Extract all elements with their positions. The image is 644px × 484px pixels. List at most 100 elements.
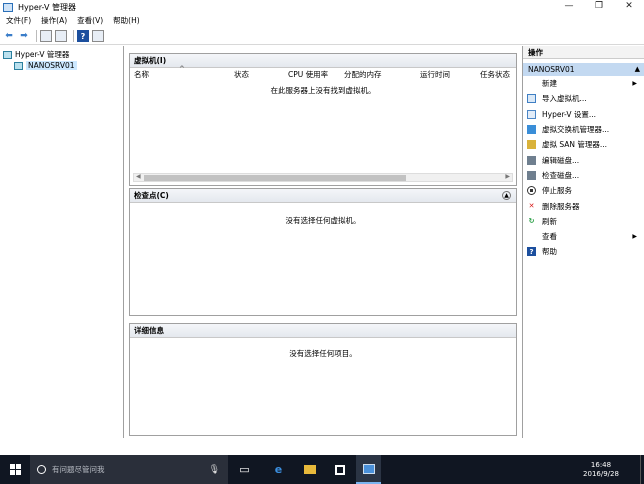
tree-item-server[interactable]: NANOSRV01 — [0, 60, 123, 71]
close-button[interactable]: ✕ — [614, 0, 644, 14]
collapse-arrow-icon[interactable]: ▲ — [635, 63, 640, 76]
action-label: 虚拟交换机管理器... — [542, 125, 610, 135]
action-label: 新建 — [542, 79, 557, 89]
tree-item-label: Hyper-V 管理器 — [15, 50, 70, 59]
menu-view[interactable]: 查看(V) — [77, 15, 103, 26]
disk-edit-icon — [527, 155, 536, 165]
window-controls: — ❐ ✕ — [554, 0, 644, 14]
column-memory[interactable]: 分配的内存 — [344, 69, 382, 80]
column-state[interactable]: 状态 — [234, 69, 249, 80]
horizontal-scrollbar[interactable]: ◀ ▶ — [133, 173, 513, 182]
action-inspect-disk[interactable]: 检查磁盘... — [523, 168, 644, 183]
system-clock[interactable]: 16:48 2016/9/28 — [576, 455, 626, 484]
action-virtual-switch-manager[interactable]: 虚拟交换机管理器... — [523, 122, 644, 137]
tree-item-hyperv-manager[interactable]: Hyper-V 管理器 — [0, 49, 123, 60]
tree-item-label: NANOSRV01 — [26, 61, 77, 70]
refresh-icon: ↻ — [528, 217, 535, 226]
action-label: 虚拟 SAN 管理器... — [542, 140, 608, 150]
action-label: 刷新 — [542, 216, 557, 226]
scroll-left-icon[interactable]: ◀ — [136, 173, 141, 180]
actions-title: 操作 — [523, 46, 644, 59]
minimize-button[interactable]: — — [554, 0, 584, 14]
actions-server-label: NANOSRV01 — [528, 65, 575, 74]
hyperv-taskbar-icon[interactable] — [356, 455, 381, 484]
search-placeholder: 有问题尽管问我 — [52, 465, 105, 474]
action-stop-service[interactable]: 停止服务 — [523, 183, 644, 198]
toolbar-separator — [73, 30, 74, 42]
action-edit-disk[interactable]: 编辑磁盘... — [523, 152, 644, 167]
blank-icon — [527, 79, 536, 88]
column-name[interactable]: 名称 — [134, 69, 149, 80]
action-view[interactable]: 查看 ▶ — [523, 229, 644, 244]
action-hyperv-settings[interactable]: Hyper-V 设置... — [523, 107, 644, 122]
action-new[interactable]: 新建 ▶ — [523, 76, 644, 91]
clock-date: 2016/9/28 — [583, 469, 619, 478]
menu-help[interactable]: 帮助(H) — [113, 15, 140, 26]
import-icon — [527, 94, 536, 104]
start-button[interactable] — [0, 455, 30, 484]
column-task-status[interactable]: 任务状态 — [480, 69, 510, 80]
microphone-icon[interactable]: 🎙 — [209, 465, 220, 475]
column-uptime[interactable]: 运行时间 — [420, 69, 450, 80]
details-panel: 详细信息 没有选择任何项目。 — [129, 323, 517, 436]
file-explorer-icon[interactable] — [297, 455, 322, 484]
title-bar: Hyper-V 管理器 — ❐ ✕ — [0, 0, 644, 14]
action-label: 停止服务 — [542, 186, 572, 196]
panel-title: 虚拟机(I) — [130, 54, 516, 68]
checkpoints-panel: 检查点(C) ▲ 没有选择任何虚拟机。 — [129, 188, 517, 316]
vm-column-headers: 名称 ^ 状态 CPU 使用率 分配的内存 运行时间 任务状态 — [130, 65, 516, 80]
action-help[interactable]: ? 帮助 — [523, 244, 644, 259]
toolbar: ⬅ ➡ ? — [0, 28, 644, 45]
back-arrow-icon[interactable]: ⬅ — [3, 30, 15, 42]
window-title: Hyper-V 管理器 — [18, 2, 76, 12]
forward-arrow-icon[interactable]: ➡ — [18, 30, 30, 42]
show-hide-tree-icon[interactable] — [55, 30, 67, 42]
actions-server-header[interactable]: NANOSRV01 ▲ — [523, 63, 644, 76]
virtual-machines-panel: 虚拟机(I) 名称 ^ 状态 CPU 使用率 分配的内存 运行时间 任务状态 在… — [129, 53, 517, 186]
stop-icon — [527, 186, 536, 196]
server-icon — [14, 61, 23, 70]
action-label: 编辑磁盘... — [542, 155, 580, 165]
help-icon: ? — [527, 247, 536, 257]
checkpoints-empty-message: 没有选择任何虚拟机。 — [285, 216, 361, 225]
action-remove-server[interactable]: ✕ 删除服务器 — [523, 198, 644, 213]
submenu-arrow-icon: ▶ — [632, 80, 637, 88]
action-label: Hyper-V 设置... — [542, 109, 596, 119]
show-hide-action-pane-icon[interactable] — [92, 30, 104, 42]
panel-title: 检查点(C) — [134, 191, 169, 200]
collapse-icon[interactable]: ▲ — [502, 191, 511, 200]
menu-bar: 文件(F) 操作(A) 查看(V) 帮助(H) — [0, 14, 644, 27]
scrollbar-thumb[interactable] — [144, 175, 406, 181]
scroll-right-icon[interactable]: ▶ — [505, 173, 510, 180]
show-desktop-button[interactable] — [640, 455, 644, 484]
disk-inspect-icon — [527, 170, 536, 180]
column-cpu[interactable]: CPU 使用率 — [288, 69, 328, 80]
san-icon — [527, 140, 536, 150]
cortana-icon — [37, 465, 46, 474]
blank-icon — [527, 232, 536, 241]
action-refresh[interactable]: ↻ 刷新 — [523, 214, 644, 229]
sort-indicator-icon: ^ — [179, 65, 185, 73]
action-import-vm[interactable]: 导入虚拟机... — [523, 91, 644, 106]
panel-title: 详细信息 — [130, 324, 516, 338]
clock-time: 16:48 — [590, 460, 612, 469]
maximize-button[interactable]: ❐ — [584, 0, 614, 14]
help-icon[interactable]: ? — [77, 30, 89, 42]
menu-action[interactable]: 操作(A) — [41, 15, 67, 26]
hyperv-app-icon — [3, 2, 13, 12]
vm-empty-message: 在此服务器上没有找到虚拟机。 — [270, 86, 376, 95]
taskbar: 有问题尽管问我 🎙 ▭ e 16:48 2016/9/28 — [0, 455, 644, 484]
checkpoints-header: 检查点(C) ▲ — [130, 189, 516, 203]
task-view-icon[interactable]: ▭ — [232, 455, 257, 484]
action-virtual-san-manager[interactable]: 虚拟 SAN 管理器... — [523, 137, 644, 152]
details-empty-message: 没有选择任何项目。 — [289, 349, 357, 358]
windows-logo-icon — [9, 464, 21, 475]
settings-icon — [527, 109, 536, 119]
action-label: 帮助 — [542, 247, 557, 257]
menu-file[interactable]: 文件(F) — [6, 15, 31, 26]
edge-browser-icon[interactable]: e — [266, 455, 291, 484]
store-icon[interactable] — [327, 455, 352, 484]
up-folder-icon[interactable] — [40, 30, 52, 42]
taskbar-search-box[interactable]: 有问题尽管问我 🎙 — [30, 455, 228, 484]
navigation-tree: Hyper-V 管理器 NANOSRV01 — [0, 46, 124, 438]
